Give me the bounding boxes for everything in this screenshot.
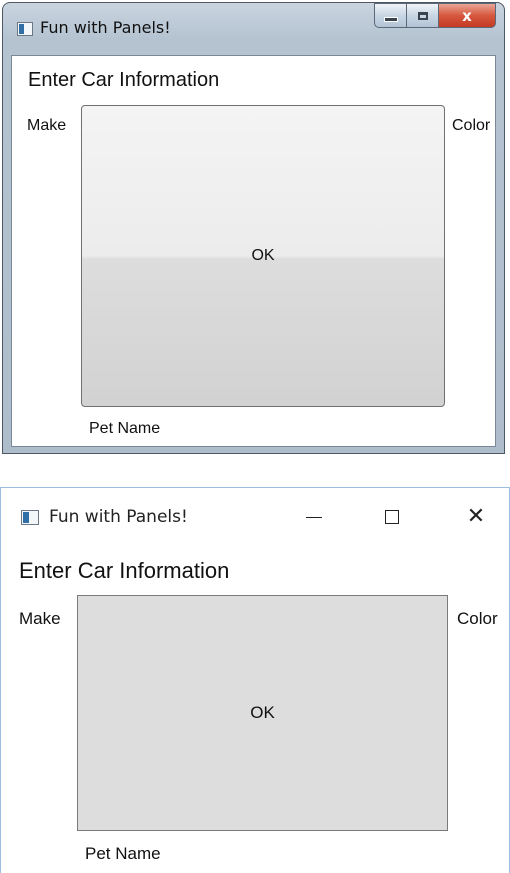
minimize-icon (383, 17, 398, 22)
window-title: Fun with Panels! (40, 18, 171, 37)
color-label: Color (457, 609, 498, 628)
maximize-icon (385, 510, 399, 524)
ok-button[interactable]: OK (77, 595, 448, 831)
close-icon: x (462, 6, 472, 25)
ok-button-label: OK (251, 247, 275, 264)
window-title: Fun with Panels! (49, 507, 188, 527)
minimize-button[interactable] (374, 3, 406, 28)
make-label: Make (19, 609, 61, 628)
window-win10: Fun with Panels! ✕ Enter Car Information… (0, 487, 510, 873)
minimize-icon (306, 516, 322, 518)
maximize-button[interactable] (406, 3, 438, 28)
pet-name-label: Pet Name (89, 420, 161, 437)
make-label: Make (27, 117, 67, 134)
minimize-button[interactable] (291, 502, 337, 532)
ok-button-label: OK (250, 703, 275, 722)
app-icon[interactable] (21, 510, 39, 525)
color-label: Color (452, 117, 491, 134)
title-bar[interactable]: Fun with Panels! x (3, 3, 504, 51)
window-win7: Fun with Panels! x Enter Car Information… (2, 2, 505, 454)
page-heading: Enter Car Information (19, 558, 230, 583)
close-icon: ✕ (466, 504, 486, 529)
close-button[interactable]: ✕ (453, 502, 499, 532)
caption-buttons: x (374, 3, 496, 29)
pet-name-label: Pet Name (85, 844, 161, 863)
close-button[interactable]: x (438, 3, 496, 28)
page-heading: Enter Car Information (28, 69, 220, 91)
client-area: Enter Car Information Make Color OK Pet … (11, 55, 496, 447)
app-icon[interactable] (17, 22, 33, 36)
maximize-button[interactable] (369, 502, 415, 532)
ok-button[interactable]: OK (81, 105, 445, 407)
maximize-icon (417, 11, 428, 20)
